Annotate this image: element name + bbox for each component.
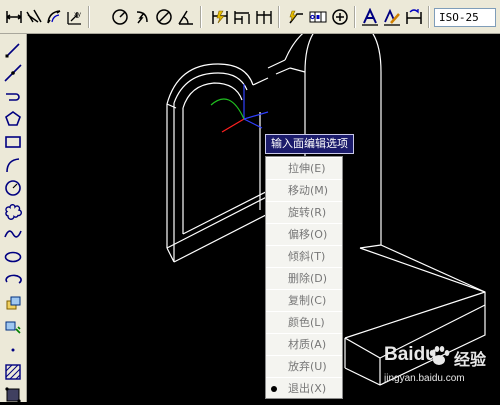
selected-bullet-icon	[271, 386, 277, 392]
menu-item-undo[interactable]: 放弃(U)	[266, 355, 342, 377]
ellipse-arc-icon[interactable]	[3, 270, 23, 290]
quick-dimension-icon[interactable]	[210, 7, 230, 27]
arc-length-icon[interactable]	[44, 7, 64, 27]
polyline-icon[interactable]	[3, 86, 23, 106]
center-mark-icon[interactable]	[330, 7, 350, 27]
draw-toolbar	[0, 34, 27, 405]
spline-icon[interactable]	[3, 224, 23, 244]
revision-cloud-icon[interactable]	[3, 201, 23, 221]
dimension-style-dropdown[interactable]: ISO-25	[434, 8, 496, 27]
aligned-dimension-icon[interactable]	[24, 7, 44, 27]
baidu-jingyan-watermark: Baidu 经验 jingyan.baidu.com	[380, 342, 498, 398]
rectangle-icon[interactable]	[3, 132, 23, 152]
construction-line-icon[interactable]	[3, 63, 23, 83]
tolerance-icon[interactable]	[308, 7, 328, 27]
watermark-url: jingyan.baidu.com	[384, 373, 465, 384]
diameter-icon[interactable]	[154, 7, 174, 27]
dimension-text-edit-icon[interactable]	[382, 7, 402, 27]
svg-text:xy: xy	[74, 11, 82, 18]
polygon-icon[interactable]	[3, 109, 23, 129]
hatch-icon[interactable]	[3, 362, 23, 382]
menu-item-exit-label: 退出(X)	[288, 382, 327, 395]
circle-icon[interactable]	[3, 178, 23, 198]
menu-item-delete[interactable]: 删除(D)	[266, 267, 342, 289]
line-icon[interactable]	[3, 40, 23, 60]
dimension-toolbar: xy ISO-25	[0, 0, 500, 34]
radius-icon[interactable]	[110, 7, 130, 27]
watermark-word: 经验	[454, 350, 487, 369]
menu-item-copy[interactable]: 复制(C)	[266, 289, 342, 311]
dimension-edit-icon[interactable]	[360, 7, 380, 27]
ordinate-icon[interactable]: xy	[64, 7, 84, 27]
menu-item-exit[interactable]: 退出(X)	[266, 377, 342, 399]
command-prompt-tooltip: 输入面编辑选项	[265, 134, 354, 154]
menu-item-offset[interactable]: 偏移(O)	[266, 223, 342, 245]
linear-dimension-icon[interactable]	[4, 7, 24, 27]
point-icon[interactable]	[3, 339, 23, 359]
paw-logo-icon	[429, 346, 450, 365]
arc-icon[interactable]	[3, 155, 23, 175]
baseline-icon[interactable]	[232, 7, 252, 27]
region-icon[interactable]	[3, 385, 23, 405]
menu-item-move[interactable]: 移动(M)	[266, 179, 342, 201]
menu-item-taper[interactable]: 倾斜(T)	[266, 245, 342, 267]
make-block-icon[interactable]	[3, 316, 23, 336]
menu-item-color[interactable]: 颜色(L)	[266, 311, 342, 333]
menu-item-rotate[interactable]: 旋转(R)	[266, 201, 342, 223]
menu-item-material[interactable]: 材质(A)	[266, 333, 342, 355]
jogged-icon[interactable]	[132, 7, 152, 27]
dimension-update-icon[interactable]	[404, 7, 424, 27]
ellipse-icon[interactable]	[3, 247, 23, 267]
insert-block-icon[interactable]	[3, 293, 23, 313]
face-edit-context-menu: 拉伸(E) 移动(M) 旋转(R) 偏移(O) 倾斜(T) 删除(D) 复制(C…	[265, 156, 343, 399]
quick-leader-icon[interactable]	[286, 7, 306, 27]
menu-item-extrude[interactable]: 拉伸(E)	[266, 157, 342, 179]
continue-icon[interactable]	[254, 7, 274, 27]
angular-icon[interactable]	[176, 7, 196, 27]
